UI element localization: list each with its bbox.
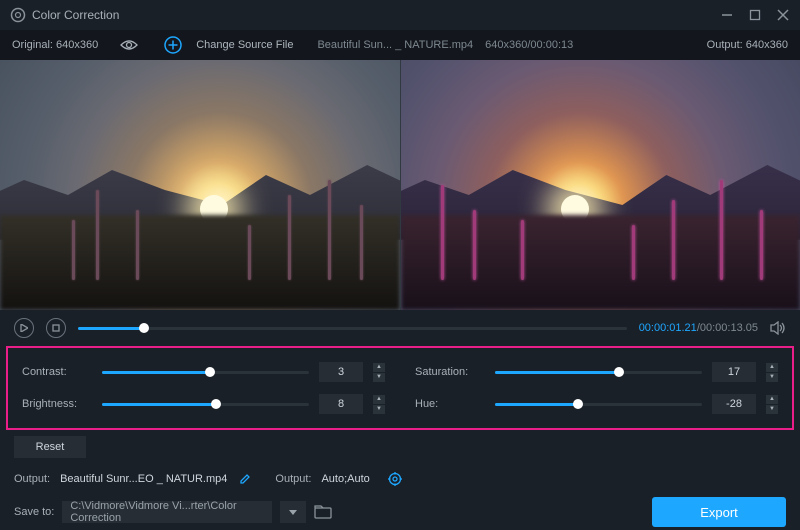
contrast-spin-up[interactable]: ▲ — [373, 363, 385, 372]
reset-button[interactable]: Reset — [14, 436, 86, 458]
maximize-button[interactable] — [748, 8, 762, 22]
output-info-row: Output: Beautiful Sunr...EO _ NATUR.mp4 … — [0, 464, 800, 494]
preview-area — [0, 60, 800, 310]
close-button[interactable] — [776, 8, 790, 22]
contrast-spin-down[interactable]: ▼ — [373, 373, 385, 382]
brightness-control: Brightness: 8 ▲▼ — [22, 394, 385, 414]
volume-icon[interactable] — [770, 321, 786, 335]
play-bar: 00:00:01.21/00:00:13.05 — [0, 310, 800, 346]
seek-slider[interactable] — [78, 327, 627, 330]
stop-button[interactable] — [46, 318, 66, 338]
output-settings-icon[interactable] — [388, 472, 402, 486]
output-filename: Beautiful Sunr...EO _ NATUR.mp4 — [60, 473, 227, 485]
seek-fill — [78, 327, 144, 330]
hue-spin-down[interactable]: ▼ — [766, 405, 778, 414]
play-button[interactable] — [14, 318, 34, 338]
save-path-dropdown[interactable] — [280, 501, 306, 523]
app-logo-icon — [10, 7, 26, 23]
brightness-spin-up[interactable]: ▲ — [373, 395, 385, 404]
preview-output — [400, 60, 800, 310]
change-source-link[interactable]: Change Source File — [196, 39, 293, 51]
titlebar: Color Correction — [0, 0, 800, 30]
preview-original — [0, 60, 400, 310]
hue-spin-up[interactable]: ▲ — [766, 395, 778, 404]
save-path-field[interactable]: C:\Vidmore\Vidmore Vi...rter\Color Corre… — [62, 501, 272, 523]
saturation-label: Saturation: — [415, 366, 485, 378]
contrast-label: Contrast: — [22, 366, 92, 378]
seek-thumb[interactable] — [139, 323, 149, 333]
saturation-spin-down[interactable]: ▼ — [766, 373, 778, 382]
minimize-button[interactable] — [720, 8, 734, 22]
source-filename: Beautiful Sun... _ NATURE.mp4 — [317, 39, 473, 51]
contrast-slider[interactable] — [102, 371, 309, 374]
color-sliders-panel: Contrast: 3 ▲▼ Saturation: 17 ▲▼ Brightn… — [6, 346, 794, 430]
save-to-label: Save to: — [14, 506, 54, 518]
source-dims-time: 640x360/00:00:13 — [485, 39, 573, 51]
brightness-value[interactable]: 8 — [319, 394, 363, 414]
saturation-slider[interactable] — [495, 371, 702, 374]
brightness-slider[interactable] — [102, 403, 309, 406]
edit-filename-icon[interactable] — [239, 473, 251, 485]
contrast-control: Contrast: 3 ▲▼ — [22, 362, 385, 382]
eye-icon[interactable] — [120, 39, 138, 51]
saturation-spin-up[interactable]: ▲ — [766, 363, 778, 372]
time-display: 00:00:01.21/00:00:13.05 — [639, 322, 758, 334]
output-file-label: Output: — [14, 473, 50, 485]
saturation-value[interactable]: 17 — [712, 362, 756, 382]
output-dims-label: Output: 640x360 — [707, 39, 788, 51]
open-folder-icon[interactable] — [314, 505, 332, 519]
output-setting-label: Output: — [275, 473, 311, 485]
brightness-spin-down[interactable]: ▼ — [373, 405, 385, 414]
saturation-control: Saturation: 17 ▲▼ — [415, 362, 778, 382]
save-row: Save to: C:\Vidmore\Vidmore Vi...rter\Co… — [0, 494, 800, 530]
hue-slider[interactable] — [495, 403, 702, 406]
brightness-label: Brightness: — [22, 398, 92, 410]
original-dims-label: Original: 640x360 — [12, 39, 98, 51]
hue-label: Hue: — [415, 398, 485, 410]
hue-value[interactable]: -28 — [712, 394, 756, 414]
output-setting-value: Auto;Auto — [321, 473, 369, 485]
info-bar: Original: 640x360 Change Source File Bea… — [0, 30, 800, 60]
window-title: Color Correction — [32, 8, 720, 22]
contrast-value[interactable]: 3 — [319, 362, 363, 382]
hue-control: Hue: -28 ▲▼ — [415, 394, 778, 414]
add-source-icon[interactable] — [164, 36, 182, 54]
